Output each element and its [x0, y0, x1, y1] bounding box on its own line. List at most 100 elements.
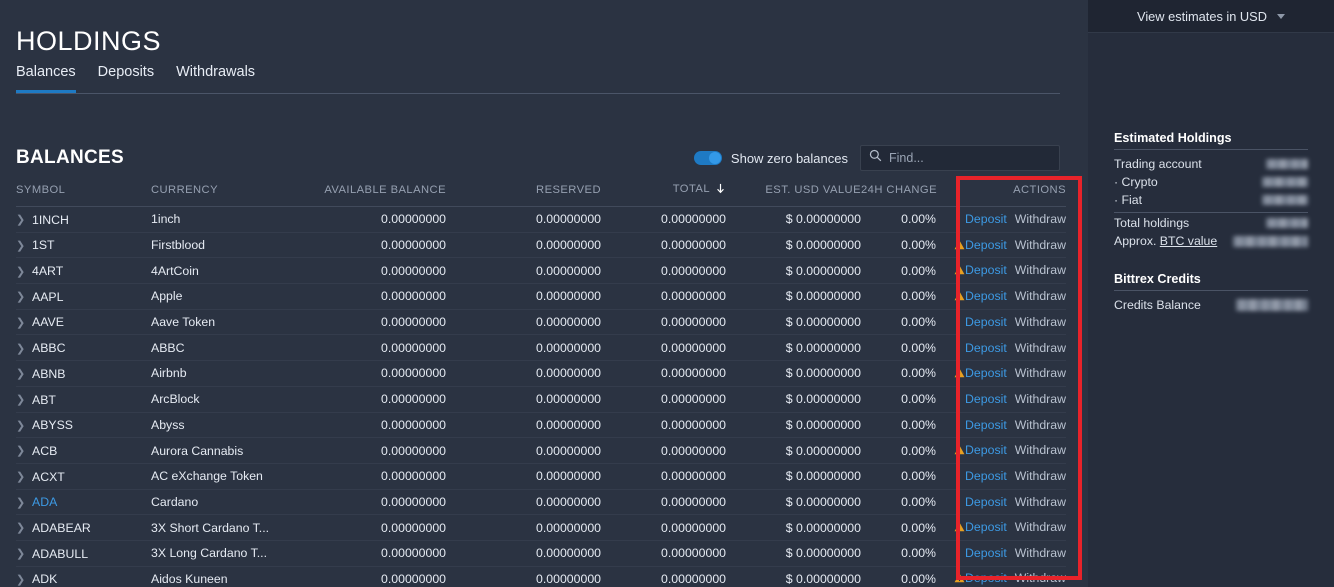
withdraw-link[interactable]: Withdraw — [1015, 263, 1066, 277]
deposit-link[interactable]: Deposit — [965, 469, 1007, 483]
expand-row-chevron-icon[interactable]: ❯ — [16, 444, 32, 457]
table-row[interactable]: ❯ ACXT AC eXchange Token 0.00000000 0.000000… — [16, 463, 1066, 490]
deposit-link[interactable]: Deposit — [965, 443, 1007, 457]
column-header-currency[interactable]: CURRENCY — [151, 183, 291, 207]
column-header-symbol[interactable]: SYMBOL — [16, 183, 151, 207]
column-header-total[interactable]: TOTAL — [601, 183, 726, 207]
cell-symbol[interactable]: ❯ ADABEAR — [16, 514, 151, 541]
deposit-link[interactable]: Deposit — [965, 212, 1007, 226]
cell-symbol[interactable]: ❯ AAVE — [16, 309, 151, 336]
cell-symbol[interactable]: ❯ ABT — [16, 386, 151, 413]
table-row[interactable]: ❯ 1ST Firstblood 0.00000000 0.00000000 0.0000… — [16, 232, 1066, 259]
table-row[interactable]: ❯ ADK Aidos Kuneen 0.00000000 0.00000000 0.00… — [16, 566, 1066, 587]
withdraw-link[interactable]: Withdraw — [1015, 443, 1066, 457]
cell-symbol[interactable]: ❯ ACXT — [16, 463, 151, 490]
cell-available-balance: 0.00000000 — [291, 386, 446, 413]
expand-row-chevron-icon[interactable]: ❯ — [16, 213, 32, 226]
btc-value-link[interactable]: BTC value — [1160, 234, 1217, 248]
cell-available-balance: 0.00000000 — [291, 540, 446, 567]
symbol-label: ADABULL — [32, 546, 89, 561]
withdraw-link[interactable]: Withdraw — [1015, 418, 1066, 432]
withdraw-link[interactable]: Withdraw — [1015, 366, 1066, 380]
expand-row-chevron-icon[interactable]: ❯ — [16, 393, 32, 406]
cell-symbol[interactable]: ❯ 4ART — [16, 257, 151, 285]
table-row[interactable]: ❯ ABNB Airbnb 0.00000000 0.00000000 0.0000000… — [16, 360, 1066, 387]
table-row[interactable]: ❯ AAVE Aave Token 0.00000000 0.00000000 0.000… — [16, 309, 1066, 336]
table-row[interactable]: ❯ ADA Cardano 0.00000000 0.00000000 0.0000000… — [16, 489, 1066, 516]
table-row[interactable]: ❯ ABYSS Abyss 0.00000000 0.00000000 0.0000000… — [16, 412, 1066, 439]
table-row[interactable]: ❯ ACB Aurora Cannabis 0.00000000 0.00000000 0… — [16, 437, 1066, 464]
cell-symbol[interactable]: ❯ ACB — [16, 437, 151, 464]
cell-symbol[interactable]: ❯ AAPL — [16, 283, 151, 310]
expand-row-chevron-icon[interactable]: ❯ — [16, 316, 32, 329]
expand-row-chevron-icon[interactable]: ❯ — [16, 367, 32, 380]
expand-row-chevron-icon[interactable]: ❯ — [16, 265, 32, 278]
withdraw-link[interactable]: Withdraw — [1015, 315, 1066, 329]
expand-row-chevron-icon[interactable]: ❯ — [16, 239, 32, 252]
cell-available-balance: 0.00000000 — [291, 566, 446, 587]
expand-row-chevron-icon[interactable]: ❯ — [16, 496, 32, 509]
cell-24h-change: 0.00% — [861, 386, 936, 413]
deposit-link[interactable]: Deposit — [965, 520, 1007, 534]
cell-symbol[interactable]: ❯ 1ST — [16, 232, 151, 259]
show-zero-balances-toggle[interactable]: Show zero balances — [693, 151, 848, 166]
withdraw-link[interactable]: Withdraw — [1015, 571, 1066, 585]
tab-withdrawals[interactable]: Withdrawals — [176, 64, 255, 93]
cell-symbol[interactable]: ❯ ABYSS — [16, 412, 151, 439]
withdraw-link[interactable]: Withdraw — [1015, 392, 1066, 406]
expand-row-chevron-icon[interactable]: ❯ — [16, 547, 32, 560]
deposit-link[interactable]: Deposit — [965, 495, 1007, 509]
tab-balances[interactable]: Balances — [16, 64, 76, 93]
deposit-link[interactable]: Deposit — [965, 366, 1007, 380]
search-input[interactable] — [889, 151, 1051, 165]
withdraw-link[interactable]: Withdraw — [1015, 520, 1066, 534]
column-header-usd-value[interactable]: EST. USD VALUE — [726, 183, 861, 207]
toggle-switch[interactable] — [693, 151, 722, 165]
cell-symbol[interactable]: ❯ ABBC — [16, 334, 151, 362]
deposit-link[interactable]: Deposit — [965, 546, 1007, 560]
expand-row-chevron-icon[interactable]: ❯ — [16, 521, 32, 534]
table-row[interactable]: ❯ AAPL Apple 0.00000000 0.00000000 0.00000000… — [16, 283, 1066, 310]
column-header-24h-change[interactable]: 24H CHANGE — [861, 183, 937, 207]
cell-symbol[interactable]: ❯ ADABULL — [16, 540, 151, 567]
withdraw-link[interactable]: Withdraw — [1015, 212, 1066, 226]
expand-row-chevron-icon[interactable]: ❯ — [16, 342, 32, 355]
deposit-link[interactable]: Deposit — [965, 418, 1007, 432]
cell-reserved: 0.00000000 — [446, 206, 601, 233]
deposit-link[interactable]: Deposit — [965, 571, 1007, 585]
deposit-link[interactable]: Deposit — [965, 341, 1007, 355]
cell-available-balance: 0.00000000 — [291, 412, 446, 439]
expand-row-chevron-icon[interactable]: ❯ — [16, 573, 32, 586]
withdraw-link[interactable]: Withdraw — [1015, 238, 1066, 252]
withdraw-link[interactable]: Withdraw — [1015, 289, 1066, 303]
deposit-link[interactable]: Deposit — [965, 238, 1007, 252]
expand-row-chevron-icon[interactable]: ❯ — [16, 290, 32, 303]
cell-currency: Abyss — [151, 412, 291, 439]
expand-row-chevron-icon[interactable]: ❯ — [16, 470, 32, 483]
table-row[interactable]: ❯ ADABULL 3X Long Cardano T... 0.00000000 0.… — [16, 540, 1066, 567]
deposit-link[interactable]: Deposit — [965, 289, 1007, 303]
cell-symbol[interactable]: ❯ ADA — [16, 489, 151, 516]
withdraw-link[interactable]: Withdraw — [1015, 495, 1066, 509]
table-row[interactable]: ❯ ADABEAR 3X Short Cardano T... 0.00000000 0… — [16, 514, 1066, 541]
cell-symbol[interactable]: ❯ 1INCH — [16, 206, 151, 233]
withdraw-link[interactable]: Withdraw — [1015, 341, 1066, 355]
table-row[interactable]: ❯ 4ART 4ArtCoin 0.00000000 0.00000000 0.00000… — [16, 257, 1066, 285]
cell-symbol[interactable]: ❯ ADK — [16, 566, 151, 587]
column-header-reserved[interactable]: RESERVED — [446, 183, 601, 207]
expand-row-chevron-icon[interactable]: ❯ — [16, 419, 32, 432]
column-header-available[interactable]: AVAILABLE BALANCE — [291, 183, 446, 207]
currency-selector[interactable]: View estimates in USD — [1088, 0, 1334, 33]
cell-symbol[interactable]: ❯ ABNB — [16, 360, 151, 387]
search-box[interactable] — [860, 145, 1060, 171]
deposit-link[interactable]: Deposit — [965, 263, 1007, 277]
bittrex-credits-title: Bittrex Credits — [1114, 272, 1308, 291]
deposit-link[interactable]: Deposit — [965, 315, 1007, 329]
withdraw-link[interactable]: Withdraw — [1015, 469, 1066, 483]
table-row[interactable]: ❯ ABT ArcBlock 0.00000000 0.00000000 0.000000… — [16, 386, 1066, 413]
table-row[interactable]: ❯ 1INCH 1inch 0.00000000 0.00000000 0.0000000… — [16, 206, 1066, 233]
withdraw-link[interactable]: Withdraw — [1015, 546, 1066, 560]
deposit-link[interactable]: Deposit — [965, 392, 1007, 406]
table-row[interactable]: ❯ ABBC ABBC 0.00000000 0.00000000 0.00000000 $… — [16, 334, 1066, 362]
tab-deposits[interactable]: Deposits — [98, 64, 154, 93]
